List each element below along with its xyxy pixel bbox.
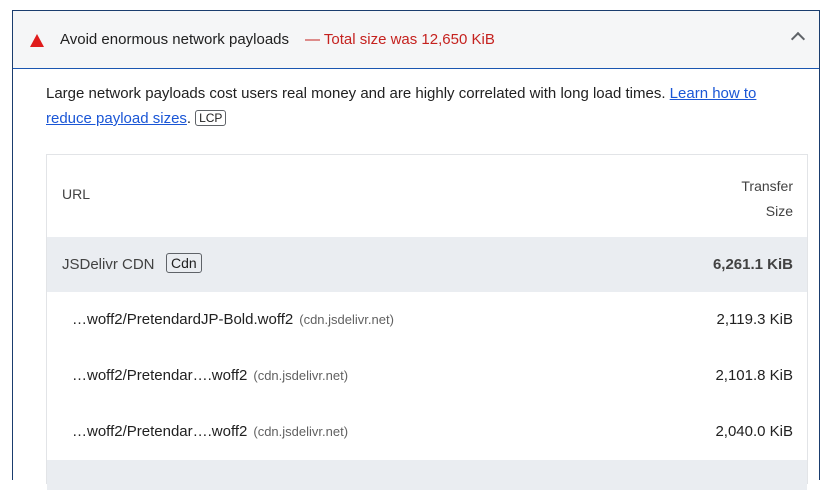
chevron-up-icon[interactable] bbox=[790, 31, 806, 47]
row-url-path: …woff2/Pretendar….woff2 bbox=[72, 367, 248, 384]
row-url-path: …woff2/Pretendar….woff2 bbox=[72, 423, 248, 440]
row-size: 2,119.3 KiB bbox=[716, 311, 793, 328]
table-group-row-next bbox=[47, 460, 807, 490]
description-text: Large network payloads cost users real m… bbox=[46, 85, 670, 102]
table-header: URL Transfer Size bbox=[47, 155, 807, 238]
table-row: …woff2/Pretendar….woff2 (cdn.jsdelivr.net… bbox=[47, 348, 807, 404]
cdn-badge: Cdn bbox=[166, 253, 202, 273]
row-url: …woff2/PretendardJP-Bold.woff2 (cdn.jsdel… bbox=[72, 311, 394, 328]
audit-header[interactable]: Avoid enormous network payloads — Total … bbox=[13, 11, 819, 69]
fail-triangle-icon bbox=[30, 34, 44, 47]
audit-title: Avoid enormous network payloads bbox=[60, 31, 290, 48]
table-row: …woff2/Pretendar….woff2 (cdn.jsdelivr.net… bbox=[47, 404, 807, 460]
group-name: JSDelivr CDN bbox=[62, 256, 155, 273]
payload-table: URL Transfer Size JSDelivr CDN Cdn 6,261… bbox=[46, 154, 808, 490]
audit-display-value: — Total size was 12,650 KiB bbox=[305, 31, 495, 48]
row-size: 2,101.8 KiB bbox=[715, 367, 793, 384]
group-size: 6,261.1 KiB bbox=[712, 256, 793, 273]
row-size: 2,040.0 KiB bbox=[715, 423, 793, 440]
row-url-path: …woff2/PretendardJP-Bold.woff2 bbox=[72, 311, 294, 328]
column-header-size-line1: Transfer bbox=[741, 178, 793, 194]
lcp-badge: LCP bbox=[195, 110, 227, 126]
column-header-transfer-size: Transfer Size bbox=[713, 174, 793, 224]
row-url: …woff2/Pretendar….woff2 (cdn.jsdelivr.net… bbox=[72, 367, 348, 384]
row-url-host: (cdn.jsdelivr.net) bbox=[253, 368, 349, 383]
row-url-host: (cdn.jsdelivr.net) bbox=[253, 424, 349, 439]
table-group-row: JSDelivr CDN Cdn 6,261.1 KiB bbox=[47, 237, 807, 292]
table-row: …woff2/PretendardJP-Bold.woff2 (cdn.jsdel… bbox=[47, 292, 807, 348]
audit-payload-panel: Avoid enormous network payloads — Total … bbox=[12, 10, 820, 490]
row-url: …woff2/Pretendar….woff2 (cdn.jsdelivr.net… bbox=[72, 423, 348, 440]
audit-description: Large network payloads cost users real m… bbox=[46, 85, 757, 127]
row-url-host: (cdn.jsdelivr.net) bbox=[299, 312, 394, 327]
column-header-size-line2: Size bbox=[765, 203, 793, 219]
column-header-url: URL bbox=[62, 186, 91, 202]
